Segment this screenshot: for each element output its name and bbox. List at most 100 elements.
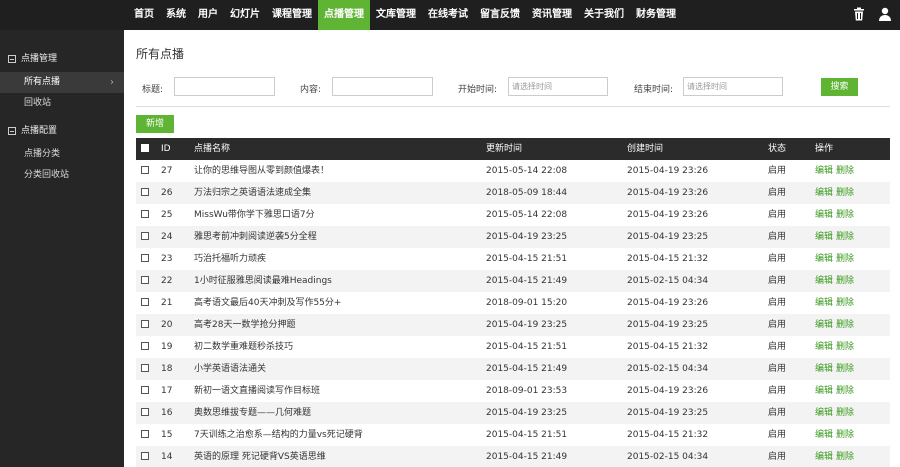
row-checkbox[interactable] bbox=[141, 292, 149, 314]
delete-link[interactable]: 删除 bbox=[836, 342, 854, 352]
row-checkbox[interactable] bbox=[141, 226, 149, 248]
sidebar-item[interactable]: 所有点播 › bbox=[0, 72, 124, 93]
delete-link[interactable]: 删除 bbox=[836, 408, 854, 418]
delete-link[interactable]: 删除 bbox=[836, 430, 854, 440]
title-filter-label: 标题: bbox=[142, 85, 164, 95]
row-name: 高考语文最后40天冲刺及写作55分+ bbox=[194, 298, 342, 308]
row-updated: 2018-09-01 23:53 bbox=[486, 386, 568, 396]
row-status: 启用 bbox=[768, 298, 787, 308]
nav-item-4[interactable]: 课程管理 bbox=[266, 0, 318, 30]
row-checkbox[interactable] bbox=[141, 204, 149, 226]
row-created: 2015-04-19 23:25 bbox=[627, 320, 709, 330]
edit-link[interactable]: 编辑 bbox=[815, 210, 833, 220]
row-updated: 2015-04-15 21:51 bbox=[486, 430, 568, 440]
row-name: 巧治托福听力顽疾 bbox=[194, 254, 267, 264]
nav-item-6[interactable]: 文库管理 bbox=[370, 0, 422, 30]
edit-link[interactable]: 编辑 bbox=[815, 298, 833, 308]
delete-link[interactable]: 删除 bbox=[836, 232, 854, 242]
collapse-icon[interactable] bbox=[8, 127, 16, 135]
row-status: 启用 bbox=[768, 408, 787, 418]
edit-link[interactable]: 编辑 bbox=[815, 188, 833, 198]
row-checkbox[interactable] bbox=[141, 358, 149, 380]
row-status: 启用 bbox=[768, 210, 787, 220]
content-filter-label: 内容: bbox=[300, 85, 322, 95]
sidebar-group-label: 点播配置 bbox=[21, 126, 58, 136]
edit-link[interactable]: 编辑 bbox=[815, 320, 833, 330]
row-name: 1小时征服雅思阅读最难Headings bbox=[194, 276, 332, 286]
delete-link[interactable]: 删除 bbox=[836, 386, 854, 396]
edit-link[interactable]: 编辑 bbox=[815, 452, 833, 462]
row-checkbox[interactable] bbox=[141, 160, 149, 182]
nav-item-5[interactable]: 点播管理 bbox=[318, 0, 370, 30]
nav-item-2[interactable]: 用户 bbox=[192, 0, 224, 30]
row-checkbox[interactable] bbox=[141, 446, 149, 467]
delete-link[interactable]: 删除 bbox=[836, 166, 854, 176]
main-content: 所有点播 标题: 内容: 开始时间: 请选择时间 结束时间: 请选择时间 搜索 … bbox=[124, 30, 900, 467]
edit-link[interactable]: 编辑 bbox=[815, 276, 833, 286]
row-checkbox[interactable] bbox=[141, 336, 149, 358]
edit-link[interactable]: 编辑 bbox=[815, 342, 833, 352]
nav-item-3[interactable]: 幻灯片 bbox=[224, 0, 266, 30]
row-checkbox[interactable] bbox=[141, 402, 149, 424]
row-updated: 2015-04-15 21:49 bbox=[486, 452, 568, 462]
table-row: 16 奥数思维拔专题——几何难题 2015-04-19 23:25 2015-04-1… bbox=[136, 402, 890, 424]
sidebar-item[interactable]: 分类回收站 bbox=[0, 165, 124, 186]
nav-item-7[interactable]: 在线考试 bbox=[422, 0, 474, 30]
delete-link[interactable]: 删除 bbox=[836, 254, 854, 264]
page-title: 所有点播 bbox=[136, 47, 185, 61]
row-created: 2015-04-19 23:25 bbox=[627, 408, 709, 418]
title-filter-input[interactable] bbox=[174, 77, 275, 96]
row-checkbox[interactable] bbox=[141, 424, 149, 446]
delete-link[interactable]: 删除 bbox=[836, 210, 854, 220]
row-actions: 编辑 删除 bbox=[815, 336, 857, 358]
row-id: 20 bbox=[161, 320, 173, 330]
edit-link[interactable]: 编辑 bbox=[815, 166, 833, 176]
delete-link[interactable]: 删除 bbox=[836, 452, 854, 462]
delete-link[interactable]: 删除 bbox=[836, 276, 854, 286]
row-name: 高考28天一数学抢分押题 bbox=[194, 320, 296, 330]
start-time-input[interactable]: 请选择时间 bbox=[508, 77, 608, 96]
content-filter-input[interactable] bbox=[332, 77, 433, 96]
delete-link[interactable]: 删除 bbox=[836, 364, 854, 374]
select-all-checkbox[interactable] bbox=[141, 138, 149, 160]
nav-item-10[interactable]: 关于我们 bbox=[578, 0, 630, 30]
collapse-icon[interactable] bbox=[8, 55, 16, 63]
nav-item-1[interactable]: 系统 bbox=[160, 0, 192, 30]
row-created: 2015-04-19 23:26 bbox=[627, 386, 709, 396]
end-time-input[interactable]: 请选择时间 bbox=[683, 77, 783, 96]
sidebar-item[interactable]: 回收站 bbox=[0, 93, 124, 114]
edit-link[interactable]: 编辑 bbox=[815, 232, 833, 242]
row-updated: 2015-04-15 21:49 bbox=[486, 364, 568, 374]
sidebar-item-label: 分类回收站 bbox=[24, 170, 70, 180]
row-checkbox[interactable] bbox=[141, 380, 149, 402]
edit-link[interactable]: 编辑 bbox=[815, 364, 833, 374]
nav-item-9[interactable]: 资讯管理 bbox=[526, 0, 578, 30]
row-actions: 编辑 删除 bbox=[815, 292, 857, 314]
row-checkbox[interactable] bbox=[141, 270, 149, 292]
row-id: 19 bbox=[161, 342, 173, 352]
add-button[interactable]: 新增 bbox=[136, 115, 174, 133]
row-checkbox[interactable] bbox=[141, 182, 149, 204]
row-created: 2015-04-19 23:25 bbox=[627, 232, 709, 242]
delete-link[interactable]: 删除 bbox=[836, 320, 854, 330]
nav-item-0[interactable]: 首页 bbox=[128, 0, 160, 30]
edit-link[interactable]: 编辑 bbox=[815, 408, 833, 418]
row-updated: 2018-05-09 18:44 bbox=[486, 188, 568, 198]
nav-item-8[interactable]: 留言反馈 bbox=[474, 0, 526, 30]
sidebar-item[interactable]: 点播分类 bbox=[0, 144, 124, 165]
row-name: 万法归宗之英语语法速成全集 bbox=[194, 188, 312, 198]
nav-item-11[interactable]: 财务管理 bbox=[630, 0, 682, 30]
user-icon[interactable] bbox=[878, 7, 892, 21]
edit-link[interactable]: 编辑 bbox=[815, 430, 833, 440]
edit-link[interactable]: 编辑 bbox=[815, 386, 833, 396]
row-status: 启用 bbox=[768, 232, 787, 242]
trash-icon[interactable] bbox=[852, 7, 866, 21]
edit-link[interactable]: 编辑 bbox=[815, 254, 833, 264]
row-checkbox[interactable] bbox=[141, 314, 149, 336]
table-row: 19 初二数学重难题秒杀技巧 2015-04-15 21:51 2015-04-15 … bbox=[136, 336, 890, 358]
delete-link[interactable]: 删除 bbox=[836, 188, 854, 198]
delete-link[interactable]: 删除 bbox=[836, 298, 854, 308]
search-button[interactable]: 搜索 bbox=[821, 78, 858, 96]
table-row: 18 小学英语语法通关 2015-04-15 21:49 2015-02-15 04:… bbox=[136, 358, 890, 380]
row-checkbox[interactable] bbox=[141, 248, 149, 270]
